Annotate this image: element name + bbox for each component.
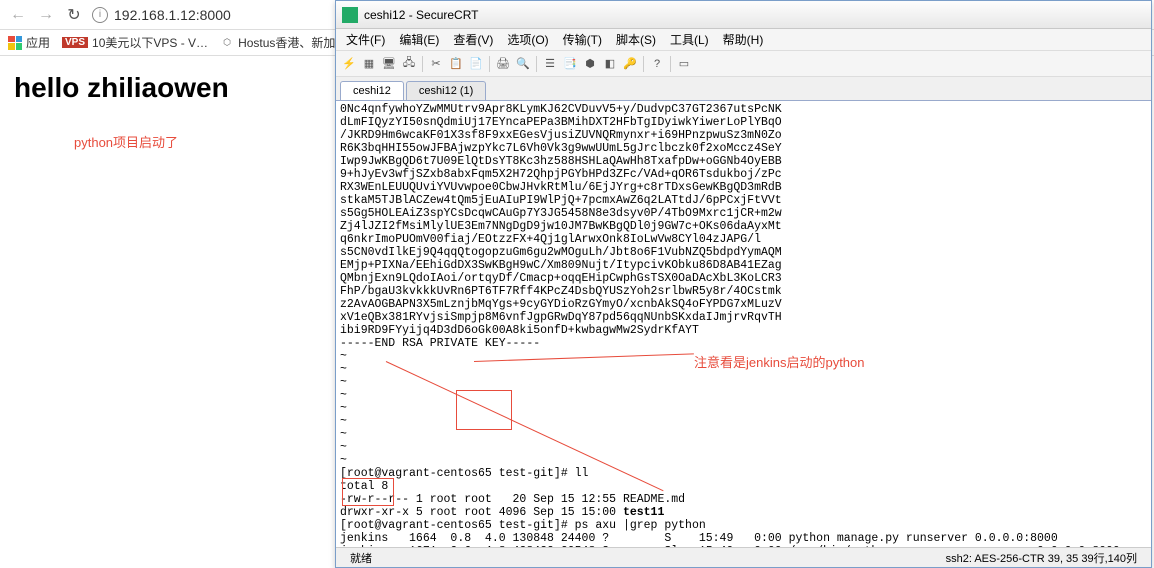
menu-help[interactable]: 帮助(H) — [717, 29, 770, 50]
menu-script[interactable]: 脚本(S) — [610, 29, 662, 50]
tool-session-icon[interactable]: 📑 — [561, 55, 579, 73]
vps-icon: VPS — [62, 37, 88, 48]
securecrt-app-icon — [342, 7, 358, 23]
statusbar: 就绪 ssh2: AES-256-CTR 39, 35 39行,140列 — [336, 547, 1151, 567]
status-ready: 就绪 — [342, 550, 380, 566]
tool-disconnect-icon[interactable]: 🖧 — [400, 55, 418, 73]
session-tabs: ceshi12 ceshi12 (1) — [336, 77, 1151, 101]
tool-quick-connect-icon[interactable]: ⚡ — [340, 55, 358, 73]
toolbar: ⚡ ▦ 🖥 🖧 ✂ 📋 📄 🖨 🔍 ☰ 📑 ⬢ ◧ 🔑 ? ▭ — [336, 51, 1151, 77]
bookmark-vps[interactable]: VPS 10美元以下VPS - V… — [62, 34, 208, 51]
highlight-jenkins-user — [342, 478, 394, 506]
tool-paste-icon[interactable]: 📋 — [447, 55, 465, 73]
tool-color-icon[interactable]: ◧ — [601, 55, 619, 73]
tool-help-icon[interactable]: ? — [648, 55, 666, 73]
hostus-icon: ⬡ — [220, 36, 234, 50]
securecrt-window: ceshi12 - SecureCRT 文件(F) 编辑(E) 查看(V) 选项… — [335, 0, 1152, 568]
menubar: 文件(F) 编辑(E) 查看(V) 选项(O) 传输(T) 脚本(S) 工具(L… — [336, 29, 1151, 51]
apps-button[interactable]: 应用 — [8, 34, 50, 51]
reload-button[interactable]: ↻ — [64, 5, 84, 25]
tool-hex-icon[interactable]: ⬢ — [581, 55, 599, 73]
highlight-root-owner — [456, 390, 512, 430]
tool-props-icon[interactable]: ☰ — [541, 55, 559, 73]
tool-connect-icon[interactable]: ▦ — [360, 55, 378, 73]
tab-ceshi12[interactable]: ceshi12 — [340, 81, 404, 100]
status-connection: ssh2: AES-256-CTR 39, 35 39行,140列 — [938, 550, 1145, 566]
tool-find-icon[interactable]: 🔍 — [514, 55, 532, 73]
menu-edit[interactable]: 编辑(E) — [393, 29, 445, 50]
tool-copy-icon[interactable]: ✂ — [427, 55, 445, 73]
annotation-label: 注意看是jenkins启动的python — [694, 352, 865, 371]
menu-options[interactable]: 选项(O) — [501, 29, 554, 50]
tool-reconnect-icon[interactable]: 🖥 — [380, 55, 398, 73]
menu-tools[interactable]: 工具(L) — [664, 29, 715, 50]
forward-button[interactable]: → — [36, 5, 56, 25]
securecrt-titlebar[interactable]: ceshi12 - SecureCRT — [336, 1, 1151, 29]
tab-ceshi12-1[interactable]: ceshi12 (1) — [406, 81, 486, 100]
back-button[interactable]: ← — [8, 5, 28, 25]
window-title: ceshi12 - SecureCRT — [364, 8, 479, 22]
tool-key-icon[interactable]: 🔑 — [621, 55, 639, 73]
site-info-icon[interactable]: i — [92, 7, 108, 23]
tool-print-icon[interactable]: 🖨 — [494, 55, 512, 73]
menu-view[interactable]: 查看(V) — [447, 29, 499, 50]
tool-window-icon[interactable]: ▭ — [675, 55, 693, 73]
apps-icon — [8, 36, 22, 50]
menu-transfer[interactable]: 传输(T) — [557, 29, 608, 50]
url-text: 192.168.1.12:8000 — [114, 7, 231, 23]
tool-paste2-icon[interactable]: 📄 — [467, 55, 485, 73]
menu-file[interactable]: 文件(F) — [340, 29, 391, 50]
bookmark-hostus[interactable]: ⬡ Hostus香港、新加坡 — [220, 34, 347, 51]
terminal-output[interactable]: 0Nc4qnfywhoYZwMMUtrv9Apr8KLymKJ62CVDuvV5… — [336, 101, 1151, 547]
